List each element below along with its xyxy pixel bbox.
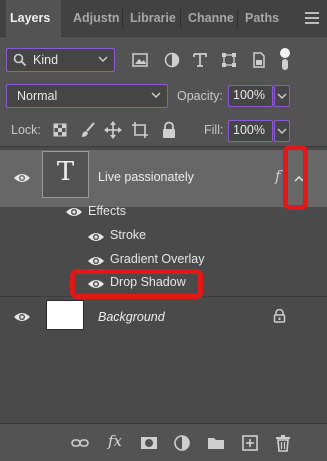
new-group-icon[interactable] [207,434,225,452]
effect-gradient-overlay[interactable]: Gradient Overlay [110,252,204,266]
chevron-down-icon [98,56,108,62]
lock-position-icon[interactable] [104,121,122,139]
highlight-annotation [283,145,308,210]
layers-footer: fx [0,423,327,461]
search-icon [13,53,27,67]
tab-layers[interactable]: Layers [6,0,61,38]
tab-separator [237,9,238,28]
background-thumbnail [46,300,84,330]
tab-paths[interactable]: Paths [241,0,281,37]
fill-input[interactable]: 100% [228,120,273,142]
chevron-down-icon [277,93,287,99]
filter-shape-layers-icon[interactable] [220,51,238,69]
new-adjustment-layer-icon[interactable] [173,434,191,452]
layer-row-background[interactable]: Background [0,297,327,337]
chevron-down-icon [151,92,161,98]
blend-mode-select[interactable]: Normal [6,84,168,108]
blend-mode-label: Normal [17,89,58,103]
eye-icon[interactable] [13,172,31,184]
fill-label: Fill: [204,123,224,137]
filter-pixel-layers-icon[interactable] [131,51,149,69]
filter-smart-objects-icon[interactable] [250,51,268,69]
eye-icon[interactable] [65,206,83,218]
filter-toggle-icon[interactable] [278,46,292,72]
lock-label: Lock: [11,123,41,137]
effect-stroke[interactable]: Stroke [110,228,146,242]
tab-separator [122,9,123,28]
opacity-dropdown-button[interactable] [274,85,290,107]
eye-icon[interactable] [13,311,31,323]
tab-channels[interactable]: Channe [184,0,234,37]
tab-separator [180,9,181,28]
lock-image-pixels-icon[interactable] [79,121,97,139]
opacity-input[interactable]: 100% [228,85,273,107]
lock-icon [273,309,286,323]
chevron-down-icon [277,128,287,134]
eye-icon[interactable] [87,255,105,267]
new-layer-icon[interactable] [241,434,259,452]
tab-libraries[interactable]: Librarie [126,0,177,37]
type-glyph: T [56,157,75,187]
trash-icon[interactable] [274,434,292,452]
filter-kind-label: Kind [33,53,59,67]
layer-name[interactable]: Live passionately [98,170,194,184]
opacity-label: Opacity: [177,89,223,103]
filter-adjustment-layers-icon[interactable] [163,51,181,69]
filter-type-layers-icon[interactable] [191,51,209,69]
effects-label: Effects [88,204,126,218]
fill-dropdown-button[interactable] [274,120,290,142]
link-layers-icon[interactable] [71,434,89,452]
layer-effects-icon: f [275,167,281,185]
highlight-annotation [70,269,203,299]
lock-all-icon[interactable] [160,121,178,139]
add-layer-style-button[interactable]: fx [108,432,122,450]
lock-artboard-icon[interactable] [131,121,149,139]
tab-adjustments[interactable]: Adjustn [69,0,119,37]
panel-tab-bar: Layers Adjustn Librarie Channe Paths [0,0,327,38]
eye-icon[interactable] [87,231,105,243]
layer-name[interactable]: Background [98,310,165,324]
panel-menu-icon[interactable] [305,12,319,24]
layers-panel: Layers Adjustn Librarie Channe Paths Kin… [0,0,327,461]
layer-row-live-passionately[interactable]: T Live passionately f [0,150,327,207]
type-layer-thumbnail: T [42,151,89,198]
filter-kind-select[interactable]: Kind [6,48,115,72]
lock-transparent-pixels-icon[interactable] [51,121,69,139]
add-mask-icon[interactable] [140,434,158,452]
